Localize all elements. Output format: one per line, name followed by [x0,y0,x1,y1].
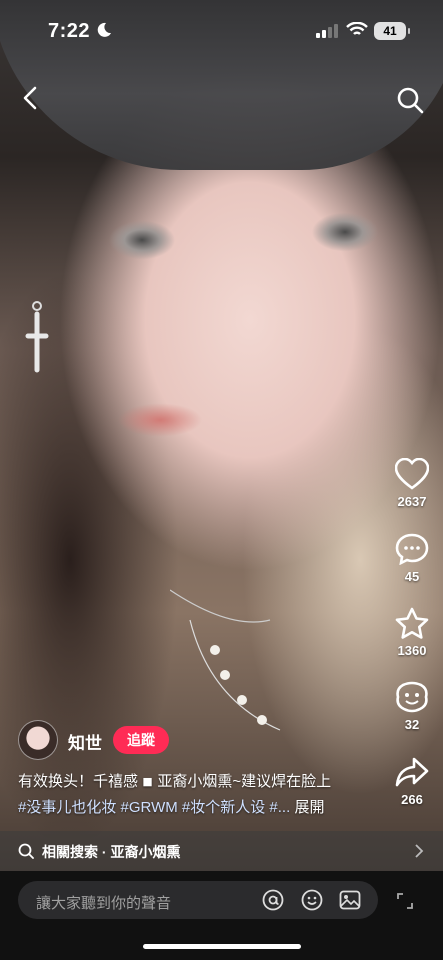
image-icon[interactable] [339,889,361,911]
back-icon[interactable] [18,84,46,112]
share-emoji-icon [396,681,428,713]
home-indicator[interactable] [143,944,301,949]
video-frame[interactable] [0,0,443,875]
share-button[interactable]: 266 [388,756,436,807]
star-icon [395,607,429,639]
video-screen: 7:22 41 2637 45 1360 32 266 知世 追蹤 有效换头！千… [0,0,443,960]
comment-count: 45 [404,569,420,584]
follow-button[interactable]: 追蹤 [113,726,169,754]
like-button[interactable]: 2637 [388,458,436,509]
wifi-icon [346,22,368,35]
chevron-right-icon [415,844,424,858]
related-search-icon [18,843,34,859]
caption-line-1: 有效换头！千禧感 ◾ 亚裔小烟熏~建议焊在脸上 [18,773,332,790]
expand-caption-button[interactable]: 展開 [294,799,324,816]
earring-illustration [25,301,49,373]
comment-bar: 讓大家聽到你的聲音 [0,871,443,960]
status-bar: 7:22 41 [0,0,443,60]
search-icon[interactable] [396,86,424,114]
caption-line-2[interactable]: #没事儿也化妆 #GRWM #妆个新人设 #... [18,799,290,816]
reaction-button[interactable]: 32 [388,681,436,732]
comment-input[interactable]: 讓大家聽到你的聲音 [18,881,378,919]
author-name[interactable]: 知世 [68,729,102,754]
caption-hashtags[interactable]: #没事儿也化妆 #GRWM #妆个新人设 #... 展開 [18,796,324,817]
expand-icon[interactable] [394,890,416,912]
share-count: 266 [401,792,423,807]
related-search-bar[interactable]: 相關搜索 · 亚裔小烟熏 [0,831,443,871]
reaction-count: 32 [404,717,420,732]
comment-icon [395,533,429,565]
favorite-button[interactable]: 1360 [388,607,436,658]
like-count: 2637 [397,494,427,509]
forward-icon [395,757,429,787]
favorite-count: 1360 [397,643,427,658]
necklace-illustration [170,589,281,731]
comment-button[interactable]: 45 [388,533,436,584]
heart-icon [395,458,429,490]
signal-icon [316,24,338,38]
battery-indicator: 41 [374,22,410,40]
status-time: 7:22 [48,20,91,42]
emoji-icon[interactable] [301,889,323,911]
at-icon[interactable] [262,889,284,911]
comment-input-placeholder: 讓大家聽到你的聲音 [36,895,172,912]
related-search-text: 相關搜索 · 亚裔小烟熏 [42,844,181,860]
moon-icon [97,22,111,37]
author-avatar[interactable] [18,720,58,760]
